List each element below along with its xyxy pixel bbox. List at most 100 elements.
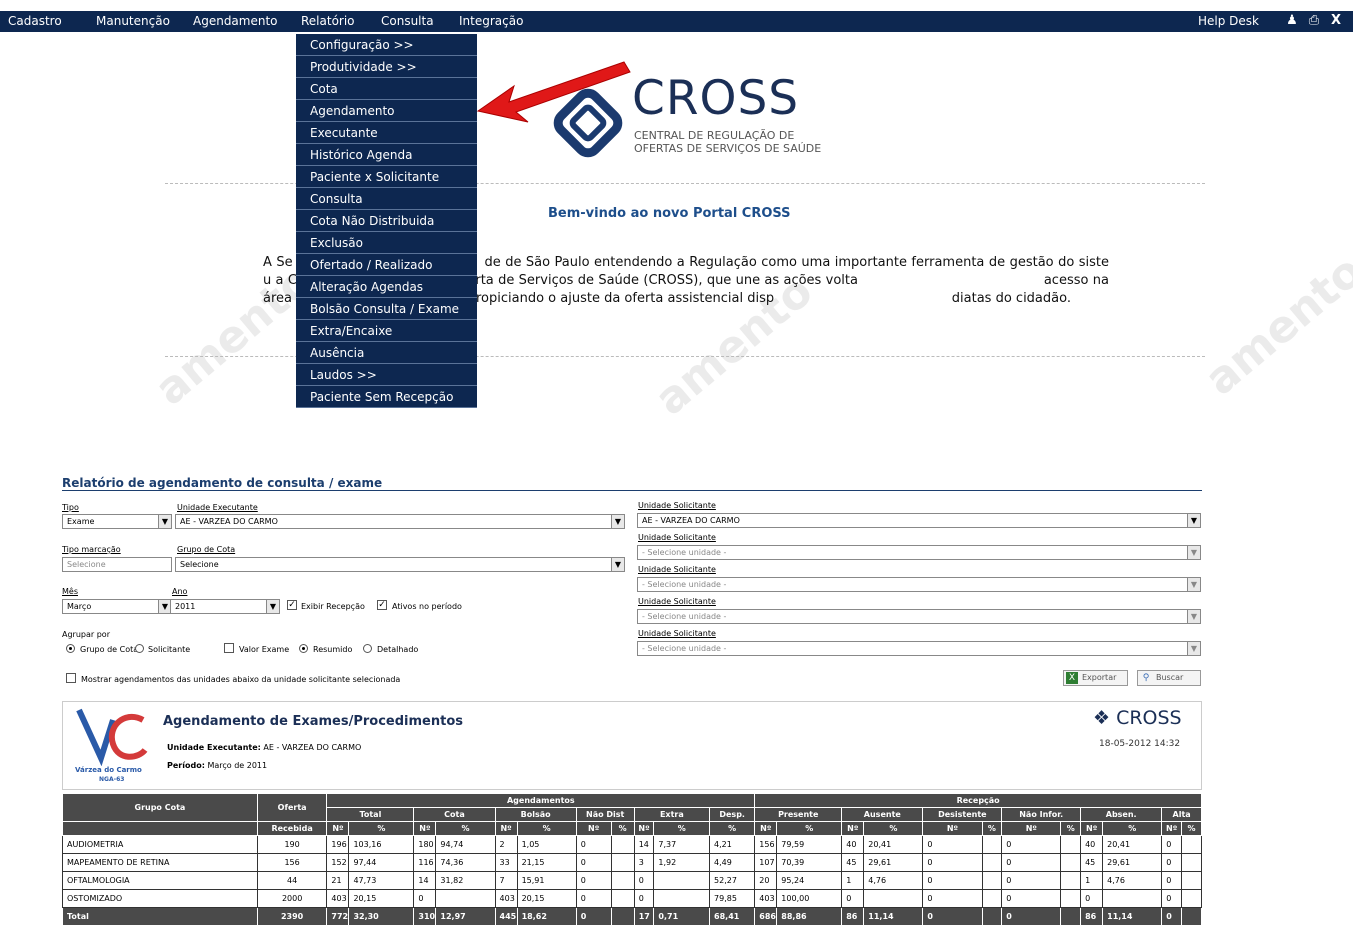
ativos-periodo-checkbox[interactable]: ✓ — [377, 600, 387, 610]
menu-item-historico-agenda[interactable]: Histórico Agenda — [296, 144, 477, 166]
table-cell: 94,74 — [435, 835, 496, 854]
buscar-button[interactable]: ⚲ Buscar — [1137, 670, 1201, 686]
chevron-down-icon: ▼ — [1187, 513, 1201, 528]
menu-item-laudos[interactable]: Laudos >> — [296, 364, 477, 386]
menu-item-exclusao[interactable]: Exclusão — [296, 232, 477, 254]
unidade-solicitante-select-4[interactable]: - Selecione unidade - ▼ — [637, 609, 1201, 624]
top-navigation-bar: Cadastro Manutenção Agendamento Relatóri… — [0, 11, 1353, 32]
col-pct: % — [981, 821, 1003, 836]
col-group-agendamentos: Agendamentos — [326, 793, 756, 808]
unidade-executante-select[interactable]: AE - VARZEA DO CARMO ▼ — [175, 514, 625, 529]
detalhado-radio[interactable] — [363, 644, 372, 653]
col-bolsao: Bolsão — [494, 807, 577, 822]
exportar-button[interactable]: X Exportar — [1063, 670, 1128, 686]
menu-item-paciente-sem-recepcao[interactable]: Paciente Sem Recepção — [296, 386, 477, 408]
total-cell: 11,14 — [1102, 907, 1163, 926]
col-pct: % — [863, 821, 924, 836]
total-cell: 445 — [494, 907, 518, 926]
menu-item-alteracao-agendas[interactable]: Alteração Agendas — [296, 276, 477, 298]
table-cell: 20,41 — [1102, 835, 1163, 854]
cell-grupo-cota: OFTALMOLOGIA — [62, 871, 258, 890]
menu-item-ausencia[interactable]: Ausência — [296, 342, 477, 364]
solicitante-radio[interactable] — [135, 644, 144, 653]
table-cell: 0 — [841, 889, 865, 908]
table-cell: 0 — [575, 889, 612, 908]
table-cell — [653, 871, 711, 890]
mostrar-agendamentos-checkbox[interactable] — [66, 673, 76, 683]
grupo-cota-radio[interactable] — [66, 644, 75, 653]
menu-item-configuracao[interactable]: Configuração >> — [296, 34, 477, 56]
vc-logo-code: NGA-63 — [99, 776, 125, 783]
table-cell: 180 — [413, 835, 437, 854]
col-n: Nº — [1080, 821, 1104, 836]
nav-agendamento[interactable]: Agendamento — [193, 14, 278, 28]
user-icon[interactable]: ♟ — [1284, 13, 1300, 29]
menu-item-cota-nao-distribuida[interactable]: Cota Não Distribuida — [296, 210, 477, 232]
table-cell — [610, 853, 635, 872]
menu-item-extra-encaixe[interactable]: Extra/Encaixe — [296, 320, 477, 342]
help-desk-link[interactable]: Help Desk — [1198, 14, 1259, 28]
agrupar-label: Agrupar por — [62, 630, 110, 639]
col-pct: % — [1060, 821, 1082, 836]
table-cell: 100,00 — [776, 889, 843, 908]
col-pct: % — [610, 821, 635, 836]
table-cell: 1,05 — [516, 835, 577, 854]
nav-consulta[interactable]: Consulta — [381, 14, 434, 28]
table-header-row: Recebida Nº% Nº% Nº% Nº% Nº%% Nº% Nº% Nº% Nº% Nº% N… — [62, 821, 1203, 836]
unidade-solicitante-select-3[interactable]: - Selecione unidade - ▼ — [637, 577, 1201, 592]
printer-icon[interactable]: ⎙ — [1306, 13, 1322, 29]
table-cell: 3 — [633, 853, 655, 872]
col-absen: Absen. — [1080, 807, 1163, 822]
total-cell: 11,14 — [863, 907, 924, 926]
menu-item-cota[interactable]: Cota — [296, 78, 477, 100]
col-pct: % — [348, 821, 415, 836]
close-icon[interactable]: X — [1328, 13, 1344, 29]
table-cell: 156 — [754, 835, 778, 854]
total-cell: 32,30 — [348, 907, 415, 926]
valor-exame-checkbox[interactable] — [224, 643, 234, 653]
menu-item-agendamento[interactable]: Agendamento — [296, 100, 477, 122]
menu-item-bolsao[interactable]: Bolsão Consulta / Exame — [296, 298, 477, 320]
total-cell: 0,71 — [653, 907, 711, 926]
table-cell: 4,76 — [1102, 871, 1163, 890]
table-cell — [610, 889, 635, 908]
menu-item-paciente-solicitante[interactable]: Paciente x Solicitante — [296, 166, 477, 188]
tipo-marcacao-select[interactable]: Selecione — [62, 557, 172, 572]
nav-integracao[interactable]: Integração — [459, 14, 523, 28]
exibir-recepcao-checkbox[interactable]: ✓ — [287, 600, 297, 610]
nav-cadastro[interactable]: Cadastro — [8, 14, 62, 28]
menu-item-executante[interactable]: Executante — [296, 122, 477, 144]
table-cell: 403 — [494, 889, 518, 908]
nav-manutencao[interactable]: Manutenção — [96, 14, 170, 28]
total-cell: 86 — [841, 907, 865, 926]
agendamento-table: Grupo Cota Oferta Agendamentos Recepção … — [62, 793, 1203, 926]
table-cell: 1,92 — [653, 853, 711, 872]
menu-item-produtividade[interactable]: Produtividade >> — [296, 56, 477, 78]
table-cell — [1180, 871, 1203, 890]
table-cell: 156 — [256, 853, 328, 872]
unidade-solicitante-select-2[interactable]: - Selecione unidade - ▼ — [637, 545, 1201, 560]
table-cell: 1 — [841, 871, 865, 890]
col-total: Total — [326, 807, 415, 822]
unidade-solicitante-select-1[interactable]: AE - VARZEA DO CARMO ▼ — [637, 513, 1201, 528]
unidade-solicitante-select-5[interactable]: - Selecione unidade - ▼ — [637, 641, 1201, 656]
table-row: OFTALMOLOGIA 44 21 47,73 14 31,82 7 15,91 0 0 52,2… — [62, 871, 1203, 890]
nav-relatorio[interactable]: Relatório — [301, 14, 355, 28]
ano-label: Ano — [172, 587, 188, 596]
col-pct: % — [435, 821, 496, 836]
menu-item-ofertado-realizado[interactable]: Ofertado / Realizado — [296, 254, 477, 276]
col-pct: % — [709, 821, 756, 836]
table-cell: 97,44 — [348, 853, 415, 872]
table-cell — [1102, 889, 1163, 908]
chevron-down-icon: ▼ — [1187, 545, 1201, 560]
table-cell: 0 — [1001, 871, 1062, 890]
resumido-radio[interactable] — [299, 644, 308, 653]
mes-select[interactable]: Março ▼ — [62, 599, 172, 614]
ano-select[interactable]: 2011 ▼ — [170, 599, 280, 614]
table-cell: 45 — [1080, 853, 1104, 872]
tipo-select[interactable]: Exame ▼ — [62, 514, 172, 529]
menu-item-consulta[interactable]: Consulta — [296, 188, 477, 210]
cross-small-logo: ❖ CROSS — [1093, 707, 1182, 729]
grupo-cota-select[interactable]: Selecione ▼ — [175, 557, 625, 572]
col-desistente: Desistente — [922, 807, 1003, 822]
